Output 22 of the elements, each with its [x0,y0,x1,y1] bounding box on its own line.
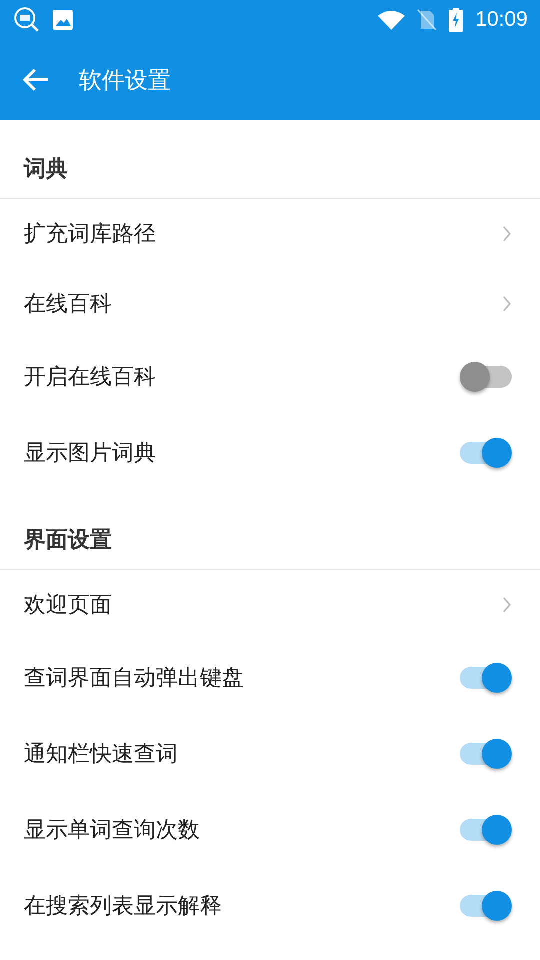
setting-label: 显示单词查询次数 [24,817,200,845]
setting-label: 显示图片词典 [24,440,156,468]
setting-label: 在搜索列表显示解释 [24,893,222,921]
chevron-right-icon [502,225,512,243]
back-arrow-icon [23,68,49,92]
chevron-right-icon [502,295,512,313]
setting-label: 扩充词库路径 [24,221,156,249]
setting-label: 查词界面自动弹出键盘 [24,665,244,693]
setting-label: 开启在线百科 [24,364,156,392]
image-icon [52,9,74,31]
setting-label: 通知栏快速查词 [24,741,178,769]
battery-charging-icon [449,8,464,32]
status-time: 10:09 [475,8,528,32]
dictionary-search-icon [14,7,40,33]
section-header: 界面设置 [24,527,112,555]
setting-label: 欢迎页面 [24,592,112,620]
chevron-right-icon [502,596,512,614]
wifi-icon [378,10,406,30]
setting-label: 在线百科 [24,291,112,319]
screen-title: 软件设置 [79,66,171,96]
section-header: 词典 [24,156,68,184]
no-sim-icon [417,9,438,31]
